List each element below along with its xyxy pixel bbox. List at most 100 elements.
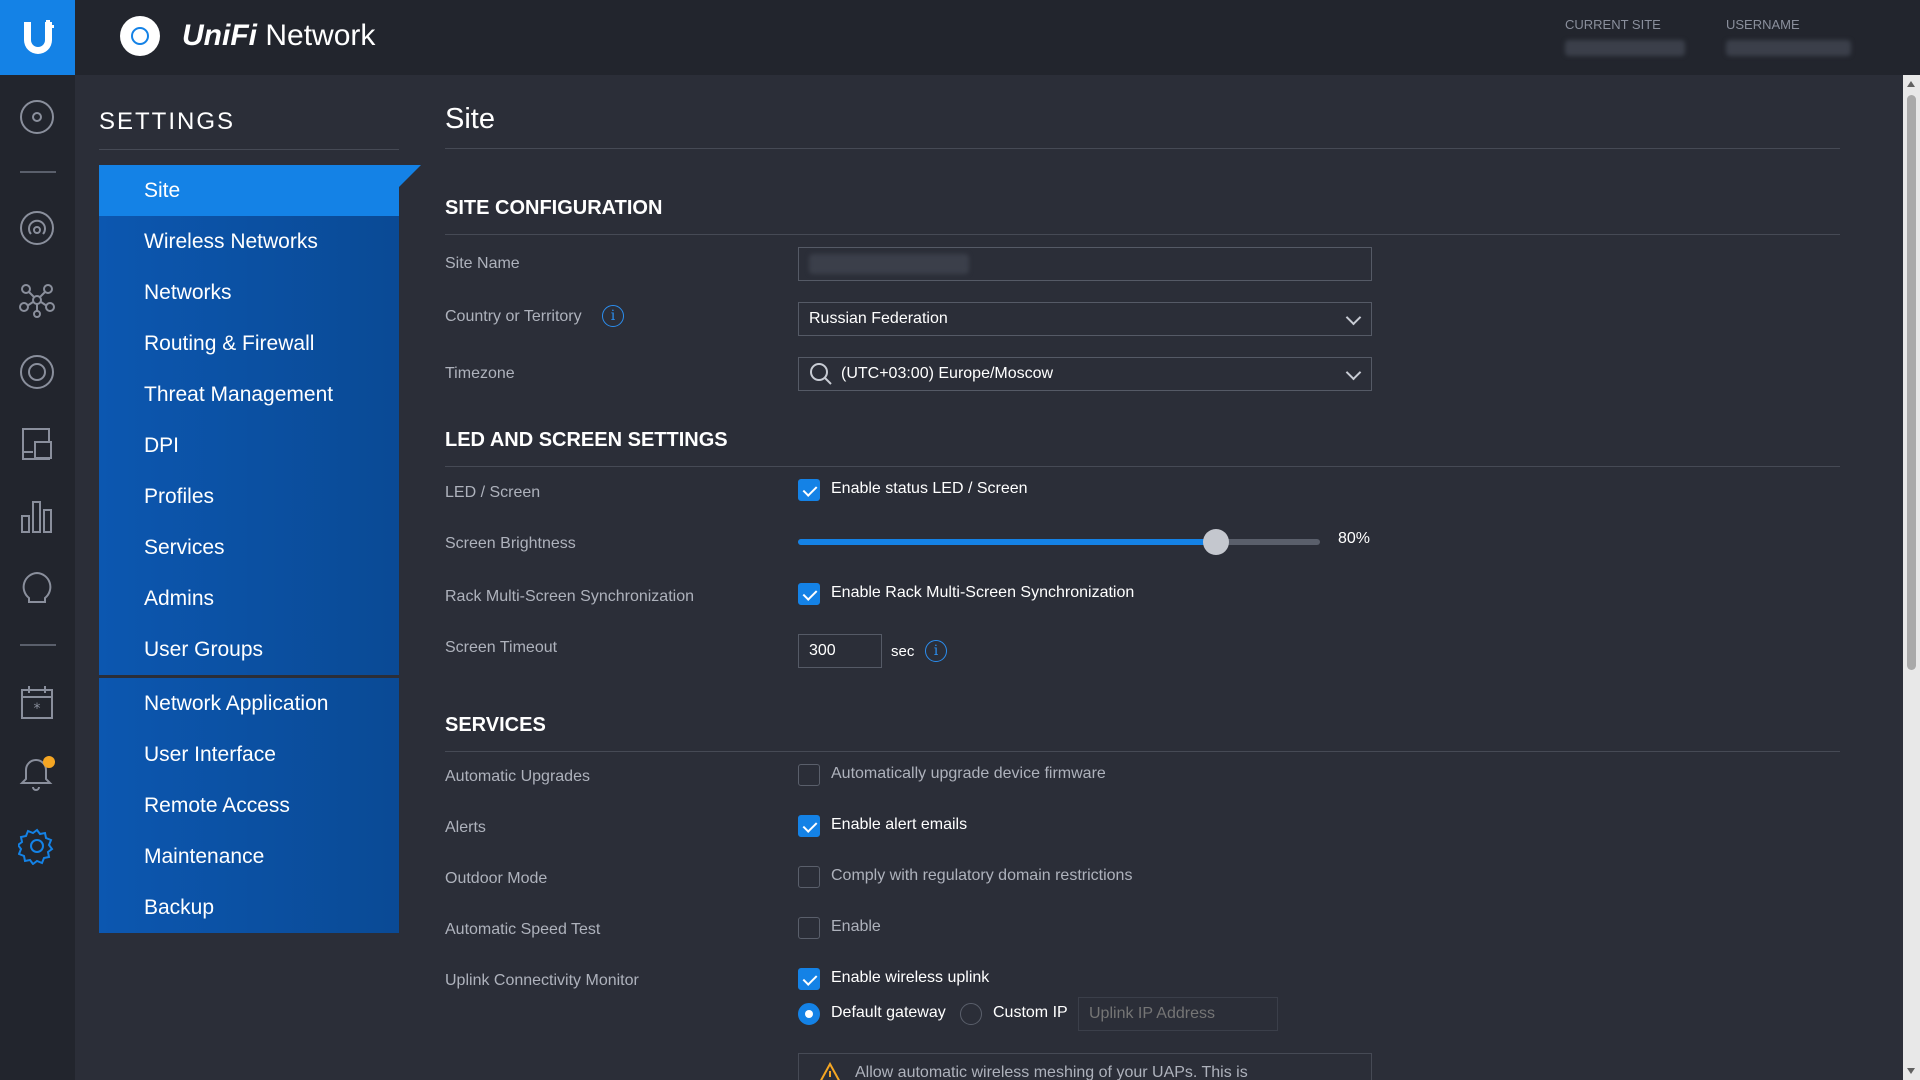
slider-handle[interactable] (1202, 529, 1229, 555)
topology-icon[interactable] (18, 209, 56, 247)
uplink-ip-input[interactable] (1078, 997, 1278, 1031)
page-title: Site (445, 103, 495, 135)
site-name-field[interactable] (798, 247, 1372, 281)
default-gateway-radio[interactable] (798, 1003, 820, 1025)
settings-title: SETTINGS (99, 108, 236, 135)
info-icon[interactable]: i (602, 305, 624, 327)
automatic-speed-test-label: Automatic Speed Test (445, 921, 601, 938)
menu-item-dpi[interactable]: DPI (99, 420, 399, 471)
notifications-icon[interactable] (18, 755, 56, 793)
page-scrollbar[interactable] (1903, 75, 1920, 1080)
screen-timeout-input[interactable]: 300 (798, 634, 882, 668)
svg-text:*: * (34, 701, 41, 717)
timezone-select[interactable]: (UTC+03:00) Europe/Moscow (798, 357, 1372, 391)
brand-prefix: UniFi (182, 19, 257, 52)
menu-item-remote-access[interactable]: Remote Access (99, 780, 399, 831)
alerts-label: Alerts (445, 819, 486, 836)
country-label: Country or Territory (445, 308, 582, 325)
site-name-label: Site Name (445, 255, 520, 272)
enable-rack-sync-checkbox[interactable] (798, 583, 820, 605)
scrollbar-thumb[interactable] (1907, 95, 1916, 670)
enable-status-led-checkbox[interactable] (798, 479, 820, 501)
enable-rack-sync-text: Enable Rack Multi-Screen Synchronization (831, 584, 1135, 601)
warning-icon (820, 1062, 840, 1080)
events-icon[interactable]: * (18, 683, 56, 721)
active-item-indicator (399, 165, 421, 187)
uplink-monitor-label: Uplink Connectivity Monitor (445, 972, 639, 989)
menu-item-backup[interactable]: Backup (99, 882, 399, 933)
current-site-value (1565, 40, 1685, 56)
menu-item-routing-firewall[interactable]: Routing & Firewall (99, 318, 399, 369)
username-selector[interactable]: USERNAME (1726, 17, 1851, 56)
timezone-label: Timezone (445, 365, 515, 382)
auto-upgrade-firmware-checkbox[interactable] (798, 764, 820, 786)
brand-name: UniFi Network (182, 19, 375, 53)
settings-icon[interactable] (18, 827, 56, 865)
outdoor-mode-checkbox[interactable] (798, 866, 820, 888)
screen-brightness-label: Screen Brightness (445, 535, 576, 552)
enable-alert-emails-text: Enable alert emails (831, 816, 968, 833)
page-divider (445, 148, 1840, 149)
enable-wireless-uplink-checkbox[interactable] (798, 968, 820, 990)
screen-brightness-value: 80% (1338, 530, 1371, 547)
current-site-label: CURRENT SITE (1565, 17, 1661, 32)
current-site-selector[interactable]: CURRENT SITE (1565, 17, 1685, 56)
menu-item-admins[interactable]: Admins (99, 573, 399, 624)
menu-item-user-interface[interactable]: User Interface (99, 729, 399, 780)
settings-menu: Site Wireless Networks Networks Routing … (99, 165, 399, 933)
wireless-meshing-text: Allow automatic wireless meshing of your… (855, 1064, 1248, 1080)
scroll-down-arrow-icon[interactable] (1907, 1068, 1915, 1074)
menu-item-site[interactable]: Site (99, 165, 399, 216)
username-value (1726, 40, 1851, 56)
section-divider (445, 751, 1840, 752)
menu-item-wireless-networks[interactable]: Wireless Networks (99, 216, 399, 267)
country-select[interactable]: Russian Federation (798, 302, 1372, 336)
rack-sync-label: Rack Multi-Screen Synchronization (445, 588, 694, 605)
section-services: SERVICES (445, 714, 546, 736)
devices-icon[interactable] (18, 281, 56, 319)
menu-item-maintenance[interactable]: Maintenance (99, 831, 399, 882)
scroll-up-arrow-icon[interactable] (1907, 81, 1915, 87)
section-site-configuration: SITE CONFIGURATION (445, 197, 663, 219)
enable-status-led-text: Enable status LED / Screen (831, 480, 1028, 497)
led-screen-label: LED / Screen (445, 484, 541, 501)
wireless-meshing-notice: Allow automatic wireless meshing of your… (798, 1053, 1372, 1080)
outdoor-mode-text: Comply with regulatory domain restrictio… (831, 867, 1133, 884)
unifi-network-icon (120, 16, 160, 56)
country-value: Russian Federation (809, 310, 948, 327)
menu-item-services[interactable]: Services (99, 522, 399, 573)
insights-icon[interactable] (18, 425, 56, 463)
enable-wireless-uplink-text: Enable wireless uplink (831, 969, 990, 986)
menu-item-networks[interactable]: Networks (99, 267, 399, 318)
section-divider (445, 466, 1840, 467)
clients-icon[interactable] (18, 353, 56, 391)
settings-menu-group-site: Site Wireless Networks Networks Routing … (99, 165, 399, 675)
menu-item-user-groups[interactable]: User Groups (99, 624, 399, 675)
settings-menu-group-controller: Network Application User Interface Remot… (99, 678, 399, 933)
speed-test-checkbox[interactable] (798, 917, 820, 939)
enable-alert-emails-checkbox[interactable] (798, 815, 820, 837)
search-icon (810, 363, 832, 385)
dashboard-icon[interactable] (18, 98, 56, 136)
ubiquiti-logo-icon[interactable] (0, 0, 75, 75)
menu-item-profiles[interactable]: Profiles (99, 471, 399, 522)
section-divider (445, 234, 1840, 235)
menu-item-threat-management[interactable]: Threat Management (99, 369, 399, 420)
insights-bulb-icon[interactable] (18, 569, 56, 607)
username-label: USERNAME (1726, 17, 1800, 32)
custom-ip-radio[interactable] (960, 1003, 982, 1025)
auto-upgrade-firmware-text: Automatically upgrade device firmware (831, 765, 1106, 782)
automatic-upgrades-label: Automatic Upgrades (445, 768, 590, 785)
rail-divider (20, 171, 56, 173)
statistics-icon[interactable] (18, 497, 56, 535)
rail-divider (20, 644, 56, 646)
screen-timeout-value: 300 (809, 642, 836, 659)
chevron-down-icon (1345, 309, 1362, 326)
menu-item-network-application[interactable]: Network Application (99, 678, 399, 729)
outdoor-mode-label: Outdoor Mode (445, 870, 548, 887)
info-icon[interactable]: i (925, 640, 947, 662)
section-led-screen-settings: LED AND SCREEN SETTINGS (445, 429, 728, 451)
screen-brightness-slider[interactable] (798, 529, 1320, 555)
custom-ip-text: Custom IP (993, 1004, 1068, 1021)
icon-rail: * (0, 75, 75, 1080)
